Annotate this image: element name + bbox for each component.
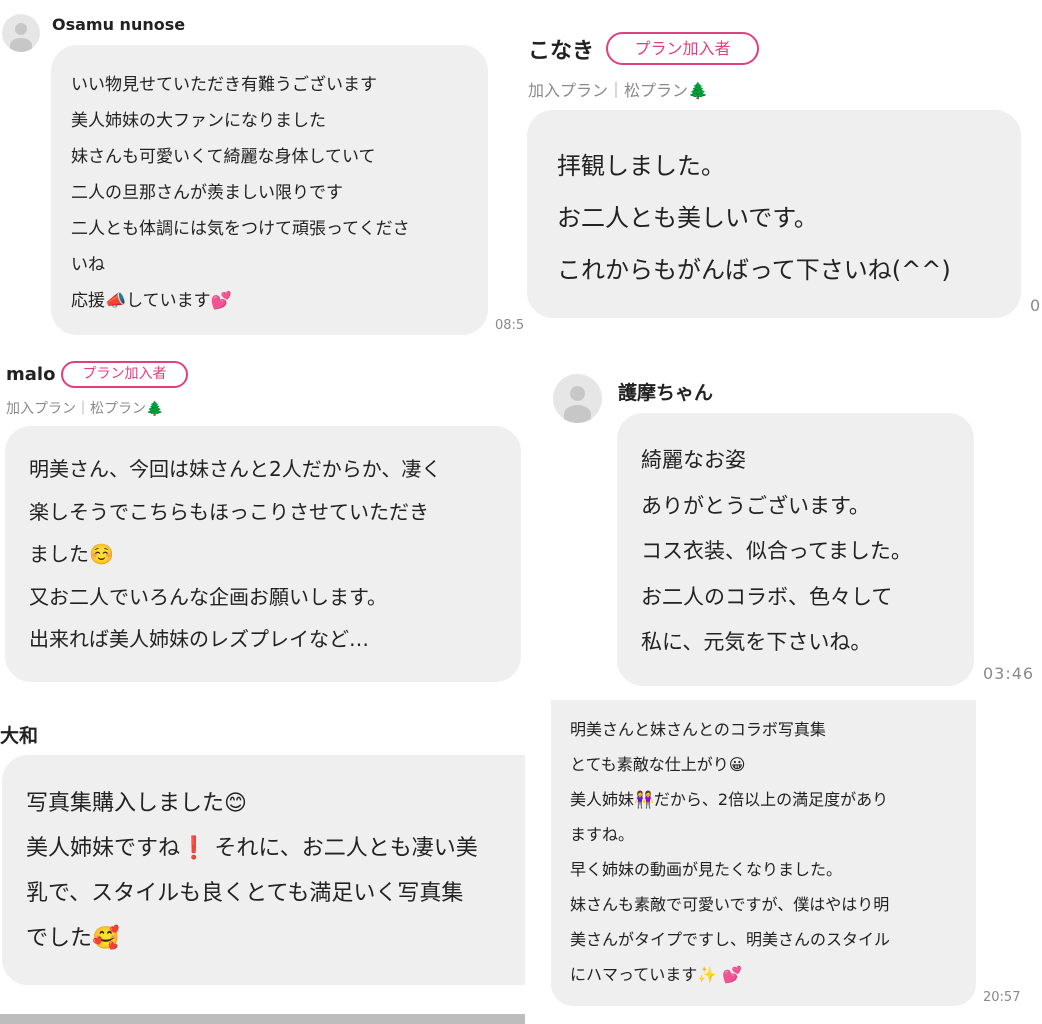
- sender-name[interactable]: こなき: [528, 33, 594, 65]
- message-line: 出来れば美人姉妹のレズプレイなど…: [29, 627, 369, 651]
- timestamp: 20:57: [983, 990, 1021, 1005]
- message-bubble[interactable]: いい物見せていただき有難うございます 美人姉妹の大ファンになりました 妹さんも可…: [51, 45, 488, 335]
- timestamp: 03:46: [983, 664, 1035, 683]
- message-line: 又お二人でいろんな企画お願いします。: [29, 584, 387, 609]
- sender-name[interactable]: 護摩ちゃん: [618, 378, 713, 405]
- message-line: とても素敵な仕上がり😀: [570, 755, 746, 774]
- message-line: 拝観しました。: [557, 152, 725, 180]
- message-line: 美さんがタイプですし、明美さんのスタイル: [570, 930, 891, 949]
- avatar[interactable]: [2, 14, 40, 52]
- message-line: コス衣装、似合ってました。: [641, 539, 912, 563]
- message-line: 私に、元気を下さいね。: [641, 630, 872, 654]
- message-line: これからもがんばって下さいね(^^): [557, 256, 951, 284]
- message-line: 乳で、スタイルも良くとても満足いく写真集: [26, 881, 464, 906]
- message-line: 明美さん、今回は妹さんと2人だからか、凄く: [29, 457, 442, 481]
- message-line: 二人の旦那さんが羨ましい限りです: [71, 183, 343, 203]
- plan-member-badge: プラン加入者: [606, 32, 759, 65]
- message-line: 二人とも体調には気をつけて頑張ってくださ: [71, 219, 410, 239]
- message-line: 応援📣しています💕: [71, 291, 232, 311]
- message-line: 美人姉妹ですね❗️ それに、お二人とも凄い美: [26, 836, 478, 861]
- message-line: お二人のコラボ、色々して: [641, 584, 893, 609]
- message-line: 早く姉妹の動画が見たくなりました。: [570, 860, 843, 879]
- avatar-head-icon: [15, 23, 27, 35]
- avatar-body-icon: [564, 405, 591, 423]
- plan-member-badge: プラン加入者: [61, 361, 188, 388]
- message-line: いね: [71, 255, 105, 275]
- message-line: 綺麗なお姿: [641, 448, 746, 472]
- message-line: お二人とも美しいです。: [557, 204, 818, 232]
- avatar[interactable]: [553, 374, 602, 423]
- message-line: でした🥰: [26, 926, 120, 951]
- message-line: 写真集購入しました😊: [26, 791, 247, 816]
- sender-name[interactable]: 大和: [0, 721, 38, 748]
- plan-info: 加入プラン｜松プラン🌲: [6, 401, 164, 417]
- message-line: 明美さんと妹さんとのコラボ写真集: [570, 720, 826, 739]
- sender-name[interactable]: malo: [6, 364, 55, 385]
- message-line: ますね。: [570, 825, 635, 844]
- message-bubble[interactable]: 拝観しました。 お二人とも美しいです。 これからもがんばって下さいね(^^): [527, 110, 1021, 318]
- message-line: ありがとうございます。: [641, 493, 870, 518]
- message-line: 楽しそうでこちらもほっこりさせていただき: [29, 499, 429, 524]
- message-bubble[interactable]: 明美さん、今回は妹さんと2人だからか、凄く 楽しそうでこちらもほっこりさせていた…: [5, 426, 521, 682]
- message-line: にハマっています✨ 💕: [570, 965, 743, 984]
- sender-name[interactable]: Osamu nunose: [52, 15, 185, 34]
- message-bubble[interactable]: 写真集購入しました😊 美人姉妹ですね❗️ それに、お二人とも凄い美 乳で、スタイ…: [2, 755, 525, 985]
- avatar-head-icon: [570, 386, 585, 401]
- message-line: ました☺️: [29, 542, 114, 566]
- timestamp: 08:5: [495, 318, 525, 333]
- message-line: 美人姉妹👭だから、2倍以上の満足度があり: [570, 790, 889, 809]
- avatar-body-icon: [10, 38, 32, 52]
- message-bubble[interactable]: 明美さんと妹さんとのコラボ写真集 とても素敵な仕上がり😀 美人姉妹👭だから、2倍…: [551, 700, 976, 1006]
- message-line: 美人姉妹の大ファンになりました: [71, 111, 326, 131]
- plan-info: 加入プラン｜松プラン🌲: [528, 81, 708, 100]
- bottom-divider: [0, 1014, 525, 1024]
- timestamp: 0: [1030, 296, 1041, 315]
- message-line: 妹さんも可愛いくて綺麗な身体していて: [71, 147, 376, 167]
- message-bubble[interactable]: 綺麗なお姿 ありがとうございます。 コス衣装、似合ってました。 お二人のコラボ、…: [617, 413, 974, 686]
- message-line: いい物見せていただき有難うございます: [71, 75, 377, 95]
- message-line: 妹さんも素敵で可愛いですが、僕はやはり明: [570, 895, 890, 914]
